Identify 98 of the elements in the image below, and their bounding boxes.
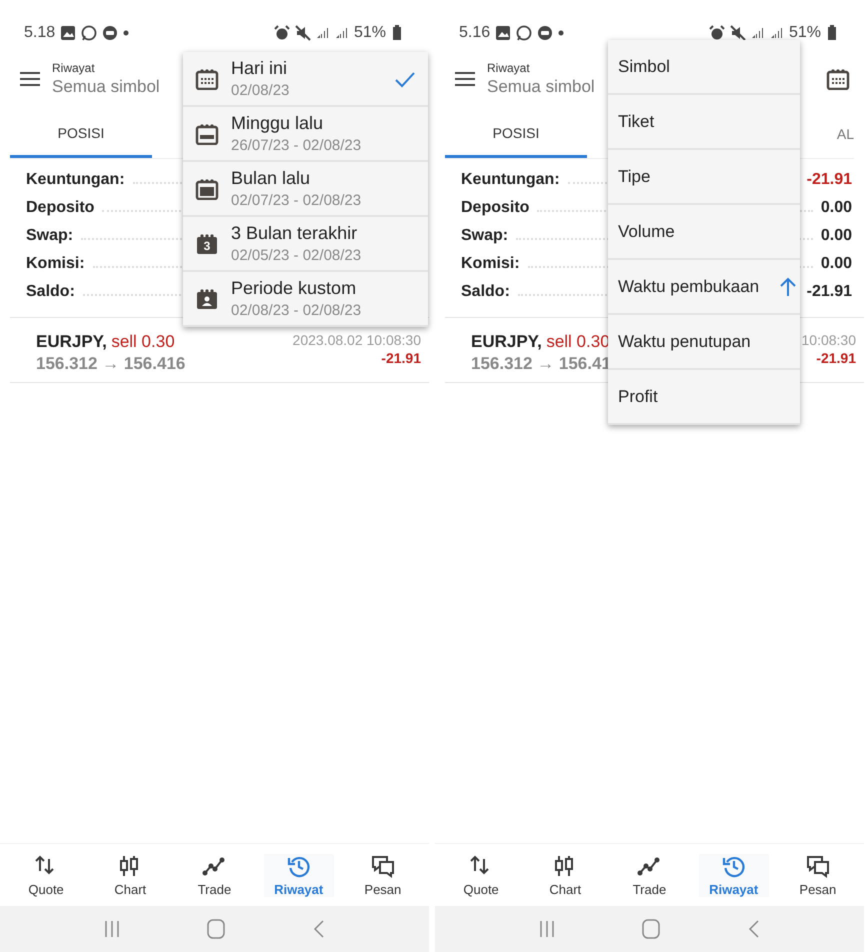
period-label: 3 Bulan terakhir [231, 223, 358, 244]
signal-icon [770, 26, 784, 40]
calendar-person-icon [195, 288, 219, 310]
back-icon[interactable] [748, 919, 760, 939]
calendar-icon [195, 68, 219, 90]
alarm-icon [708, 25, 725, 41]
recent-apps-icon[interactable] [538, 919, 555, 939]
calendar-icon[interactable] [826, 68, 850, 90]
trade-side: sell 0.30 [111, 332, 175, 351]
symbol-filter[interactable]: Semua simbol [487, 77, 595, 97]
nav-item[interactable]: Pesan [348, 854, 418, 896]
date-range: 02/07/23 - 02/08/23 [231, 192, 362, 209]
signal-icon [750, 26, 765, 40]
dot-icon [558, 30, 564, 36]
period-option[interactable]: Bulan lalu 02/07/23 - 02/08/23 [183, 162, 428, 217]
menu-icon[interactable] [20, 71, 40, 87]
date-range: 02/08/23 - 02/08/23 [231, 302, 362, 319]
trade-time: 10:08:30 [802, 332, 856, 348]
summary-value: 0.00 [820, 227, 852, 245]
nav-item[interactable]: Chart [95, 854, 166, 896]
sort-option[interactable]: Tiket [608, 95, 800, 150]
sort-option[interactable]: Volume [608, 205, 800, 260]
trade-prices: 156.312 → 156.41 [471, 354, 611, 374]
sort-option[interactable]: Profit [608, 370, 800, 425]
nav-item[interactable]: Trade [614, 854, 684, 896]
period-option[interactable]: Minggu lalu 26/07/23 - 02/08/23 [183, 107, 428, 162]
period-option[interactable]: Hari ini 02/08/23 [183, 52, 428, 107]
trade-time: 2023.08.02 10:08:30 [292, 332, 421, 348]
nav-item[interactable]: Trade [179, 854, 250, 896]
calendar-icon [195, 122, 219, 144]
screen-title: Riwayat [487, 61, 530, 75]
summary-label: Deposito [26, 199, 94, 217]
status-time: 5.16 [459, 24, 490, 42]
sort-option[interactable]: Waktu penutupan [608, 315, 800, 370]
nav-item[interactable]: Quote [446, 854, 516, 896]
signal-icon [334, 26, 349, 40]
battery-icon [826, 25, 838, 41]
message-icon [537, 25, 554, 41]
image-icon [60, 25, 76, 41]
summary-label: Saldo: [26, 283, 75, 301]
date-range: 02/08/23 [231, 82, 290, 99]
trade-symbol: EURJPY, [471, 332, 542, 351]
image-icon [495, 25, 512, 41]
tab[interactable]: POSISI [10, 110, 152, 158]
sort-option[interactable]: Waktu pembukaan [608, 260, 800, 315]
chat-bubble-icon [516, 25, 532, 41]
trade-prices: 156.312 → 156.416 [36, 354, 186, 374]
summary-value: -21.91 [806, 283, 852, 301]
summary-label: Komisi: [461, 255, 520, 273]
summary-label: Swap: [461, 227, 508, 245]
signal-icon [316, 26, 330, 40]
mute-icon [294, 25, 311, 41]
summary-value: -21.91 [806, 171, 852, 189]
period-label: Periode kustom [231, 278, 358, 299]
back-icon[interactable] [313, 919, 326, 939]
date-range: 02/05/23 - 02/08/23 [231, 247, 362, 264]
chat-bubbles-icon [370, 854, 395, 878]
nav-item[interactable]: Pesan [782, 854, 853, 896]
summary-label: Komisi: [26, 255, 85, 273]
period-option[interactable]: 3 3 Bulan terakhir 02/05/23 - 02/08/23 [183, 217, 428, 272]
summary-value: 0.00 [820, 199, 852, 217]
trade-profit: -21.91 [381, 350, 421, 366]
period-option[interactable]: Periode kustom 02/08/23 - 02/08/23 [183, 272, 428, 327]
dot-icon [123, 30, 130, 36]
summary-label: Saldo: [461, 283, 510, 301]
battery-percent: 51% [788, 24, 821, 42]
calendar-icon [195, 178, 219, 200]
battery-percent: 51% [354, 24, 386, 42]
battery-icon [391, 25, 403, 41]
summary-label: Keuntungan: [26, 171, 125, 189]
trade-symbol: EURJPY, [36, 332, 107, 351]
summary-value: 0.00 [820, 255, 852, 273]
period-label: Bulan lalu [231, 168, 312, 189]
summary-label: Keuntungan: [461, 171, 560, 189]
recent-apps-icon[interactable] [104, 919, 120, 939]
screen-title: Riwayat [52, 61, 95, 75]
menu-icon[interactable] [455, 71, 475, 87]
message-icon [102, 25, 118, 41]
date-range: 26/07/23 - 02/08/23 [231, 137, 362, 154]
period-label: Minggu lalu [231, 113, 324, 134]
summary-label: Deposito [461, 199, 530, 217]
symbol-filter[interactable]: Semua simbol [52, 77, 160, 97]
nav-item[interactable]: Quote [11, 854, 82, 896]
sort-option[interactable]: Tipe [608, 150, 800, 205]
home-icon[interactable] [207, 919, 226, 939]
tab[interactable]: POSISI [445, 110, 587, 158]
chat-bubble-icon [81, 25, 98, 41]
sort-option[interactable]: Simbol [608, 40, 800, 95]
chat-bubbles-icon [806, 854, 830, 878]
home-icon[interactable] [642, 919, 660, 939]
alarm-icon [274, 25, 290, 41]
nav-item[interactable]: Riwayat [264, 854, 334, 896]
period-label: Hari ini [231, 58, 288, 79]
nav-item[interactable]: Riwayat [698, 854, 769, 896]
status-time: 5.18 [24, 24, 56, 42]
nav-item[interactable]: Chart [530, 854, 600, 896]
trade-profit: -21.91 [816, 350, 856, 366]
summary-label: Swap: [26, 227, 74, 245]
